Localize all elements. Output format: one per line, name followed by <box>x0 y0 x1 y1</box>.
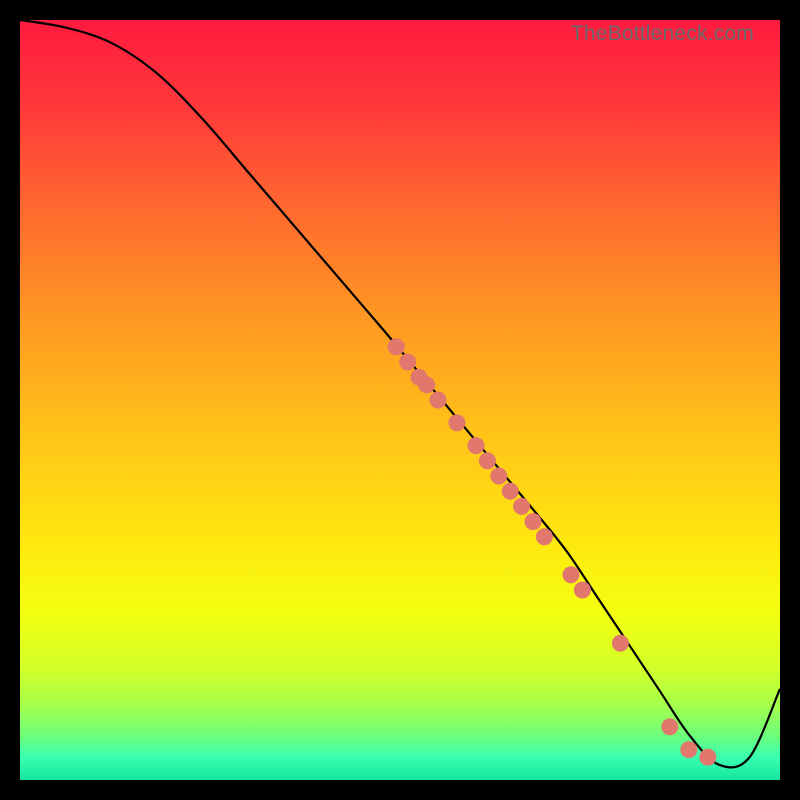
data-point <box>399 354 416 371</box>
data-point <box>430 392 447 409</box>
data-point <box>449 414 466 431</box>
data-point <box>612 635 629 652</box>
data-point <box>468 437 485 454</box>
data-point <box>502 483 519 500</box>
data-point <box>563 566 580 583</box>
data-point <box>525 513 542 530</box>
data-point <box>699 749 716 766</box>
data-point <box>479 452 496 469</box>
data-point <box>536 528 553 545</box>
data-point <box>418 376 435 393</box>
watermark-label: TheBottleneck.com <box>571 22 754 46</box>
chart-background <box>20 20 780 780</box>
data-point <box>388 338 405 355</box>
data-point <box>490 468 507 485</box>
chart-plot <box>20 20 780 780</box>
data-point <box>513 498 530 515</box>
data-point <box>574 582 591 599</box>
data-point <box>661 718 678 735</box>
data-point <box>680 741 697 758</box>
chart-frame: TheBottleneck.com <box>20 20 780 780</box>
